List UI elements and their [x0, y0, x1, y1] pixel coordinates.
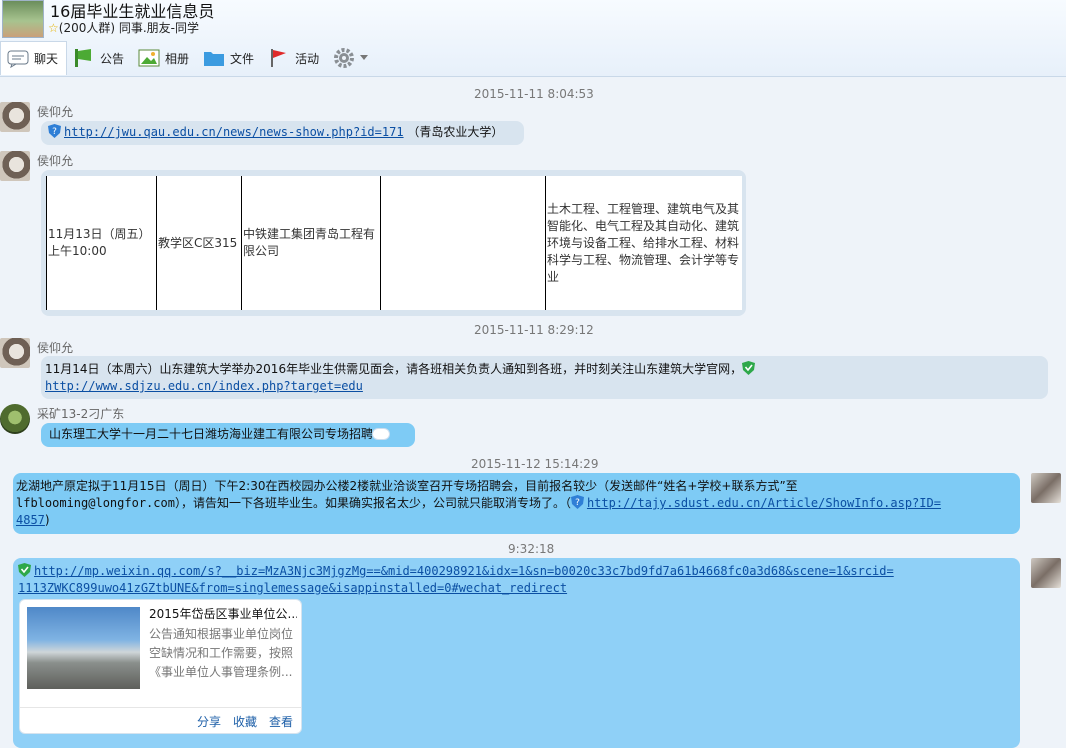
- message-link[interactable]: http://tajy.sdust.edu.cn/Article/ShowInf…: [587, 496, 941, 510]
- megaphone-icon: [75, 49, 92, 67]
- group-meta: (200人群) 同事.朋友-同学: [58, 21, 199, 35]
- group-avatar[interactable]: [2, 0, 44, 38]
- recruitment-table: 11月13日（周五） 上午10:00 教学区C区315 中铁建工集团青岛工程有限公…: [46, 176, 742, 310]
- message-link[interactable]: http://mp.weixin.qq.com/s?__biz=MzA3Njc3…: [34, 564, 894, 578]
- gear-icon: [334, 48, 355, 68]
- message-bubble: 龙湖地产原定拟于11月15日（周日）下午2:30在西校园办公楼2楼就业洽谈室召开…: [13, 473, 1020, 534]
- avatar[interactable]: [0, 338, 30, 368]
- avatar[interactable]: [0, 102, 30, 132]
- collect-button[interactable]: 收藏: [233, 713, 257, 730]
- sender-name: 侯仰允: [37, 105, 74, 119]
- verified-shield-icon: [18, 563, 31, 577]
- tab-chat[interactable]: 聊天: [0, 41, 68, 75]
- view-button[interactable]: 查看: [269, 713, 293, 730]
- divider: [20, 707, 301, 708]
- tab-bar: 聊天 公告 相册 文件 活动: [0, 41, 381, 75]
- timestamp: 2015-11-12 15:14:29: [471, 457, 599, 471]
- article-share-card[interactable]: 2015年岱岳区事业单位公... 公告通知根据事业单位岗位空缺情况和工作需要，按…: [19, 599, 302, 734]
- sender-name: 采矿13-2刁广东: [37, 407, 125, 421]
- table-cell: 教学区C区315: [156, 176, 242, 310]
- avatar[interactable]: [0, 404, 30, 434]
- avatar[interactable]: [1031, 558, 1061, 588]
- sender-name: 侯仰允: [37, 154, 74, 168]
- article-description: 公告通知根据事业单位岗位空缺情况和工作需要，按照《事业单位人事管理条例...: [149, 627, 294, 679]
- folder-icon: [204, 52, 225, 66]
- table-cell: 中铁建工集团青岛工程有限公司: [241, 176, 381, 310]
- svg-text:?: ?: [52, 127, 57, 137]
- verified-shield-icon: [742, 361, 756, 375]
- shield-icon: ?: [570, 495, 584, 509]
- avatar[interactable]: [0, 151, 30, 181]
- settings-dropdown[interactable]: [327, 42, 381, 74]
- svg-text:?: ?: [575, 498, 580, 508]
- chat-message-area[interactable]: 2015-11-11 8:04:53 侯仰允 ? http://jwu.qau.e…: [0, 76, 1066, 748]
- message-bubble: 11月14日（本周六）山东建筑大学举办2016年毕业生供需见面会，请各班相关负责…: [41, 356, 1048, 399]
- star-icon: ☆: [48, 21, 59, 35]
- message-link[interactable]: http://www.sdjzu.edu.cn/index.php?target…: [45, 379, 363, 393]
- message-link-continued[interactable]: 1113ZWKC899uwo41zGZtbUNE&from=singlemess…: [18, 581, 567, 595]
- tab-activity[interactable]: 活动: [262, 42, 327, 74]
- table-cell: [380, 176, 546, 310]
- group-subtitle: ☆(200人群) 同事.朋友-同学: [48, 19, 199, 36]
- timestamp: 2015-11-11 8:04:53: [474, 87, 594, 101]
- chat-icon: [7, 50, 29, 68]
- cloud-icon: [373, 429, 390, 439]
- sender-name: 侯仰允: [37, 341, 74, 355]
- timestamp: 2015-11-11 8:29:12: [474, 323, 594, 337]
- card-actions: 分享 收藏 查看: [197, 713, 293, 730]
- message-bubble: ? http://jwu.qau.edu.cn/news/news-show.ph…: [41, 121, 524, 145]
- table-cell: 11月13日（周五） 上午10:00: [46, 176, 157, 310]
- flag-icon: [271, 49, 287, 67]
- tab-album[interactable]: 相册: [132, 42, 197, 74]
- shield-icon: ?: [48, 124, 61, 138]
- tab-files[interactable]: 文件: [197, 42, 262, 74]
- chat-window-header: 16届毕业生就业信息员 ☆(200人群) 同事.朋友-同学 聊天 公告 相册 文…: [0, 0, 1066, 77]
- timestamp: 9:32:18: [508, 542, 555, 556]
- message-link-continued[interactable]: 4857: [16, 513, 45, 527]
- photo-icon: [138, 49, 160, 67]
- message-link[interactable]: http://jwu.qau.edu.cn/news/news-show.php…: [64, 125, 404, 139]
- message-bubble: 山东理工大学十一月二十七日潍坊海业建工有限公司专场招聘: [41, 423, 415, 447]
- table-cell: 土木工程、工程管理、建筑电气及其智能化、电气工程及其自动化、建筑环境与设备工程、…: [545, 176, 742, 310]
- article-title: 2015年岱岳区事业单位公...: [149, 607, 297, 621]
- chevron-down-icon: [360, 55, 369, 60]
- article-thumbnail: [27, 607, 140, 689]
- avatar[interactable]: [1031, 473, 1061, 503]
- share-button[interactable]: 分享: [197, 713, 221, 730]
- table-row: 11月13日（周五） 上午10:00 教学区C区315 中铁建工集团青岛工程有限公…: [46, 176, 742, 310]
- tab-announcement[interactable]: 公告: [67, 42, 132, 74]
